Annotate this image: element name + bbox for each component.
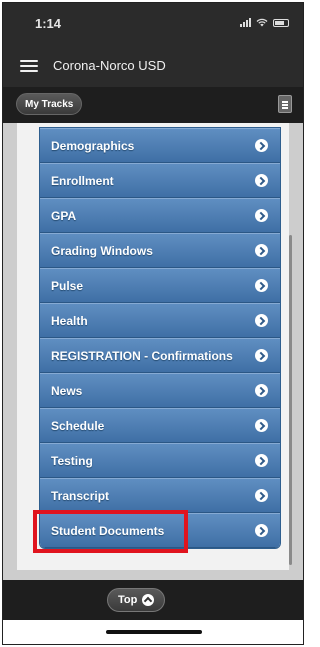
menu-item-enrollment[interactable]: Enrollment: [40, 163, 280, 198]
menu-item-grading-windows[interactable]: Grading Windows: [40, 233, 280, 268]
chevron-right-icon: [255, 454, 268, 467]
menu-item-label: Transcript: [51, 489, 110, 503]
scrollbar[interactable]: [289, 235, 292, 565]
footer-bar: Top: [3, 580, 303, 620]
highlight-box: [33, 510, 188, 553]
tracks-menu-list: Demographics Enrollment GPA Grading Wind…: [39, 127, 281, 549]
status-time: 1:14: [35, 16, 62, 31]
menu-item-label: Demographics: [51, 139, 135, 153]
menu-item-registration-confirmations[interactable]: REGISTRATION - Confirmations: [40, 338, 280, 373]
status-bar: 1:14: [3, 3, 303, 45]
chevron-right-icon: [255, 384, 268, 397]
status-icons: [240, 18, 289, 27]
chevron-right-icon: [255, 174, 268, 187]
chevron-right-icon: [255, 349, 268, 362]
menu-item-label: Health: [51, 314, 88, 328]
menu-item-demographics[interactable]: Demographics: [40, 128, 280, 163]
menu-item-label: Testing: [51, 454, 93, 468]
list-menu-icon[interactable]: [278, 95, 292, 113]
menu-item-label: Enrollment: [51, 174, 114, 188]
menu-item-transcript[interactable]: Transcript: [40, 478, 280, 513]
menu-item-schedule[interactable]: Schedule: [40, 408, 280, 443]
menu-item-label: GPA: [51, 209, 77, 223]
menu-item-label: Pulse: [51, 279, 84, 293]
menu-item-health[interactable]: Health: [40, 303, 280, 338]
chevron-right-icon: [255, 139, 268, 152]
hamburger-icon[interactable]: [20, 60, 38, 72]
top-button[interactable]: Top: [107, 588, 166, 612]
chevron-right-icon: [255, 244, 268, 257]
wifi-icon: [256, 18, 268, 27]
battery-icon: [273, 19, 289, 27]
chevron-right-icon: [255, 489, 268, 502]
chevron-right-icon: [255, 314, 268, 327]
menu-item-label: News: [51, 384, 83, 398]
top-button-label: Top: [118, 594, 138, 606]
app-header: Corona-Norco USD: [3, 45, 303, 87]
menu-item-gpa[interactable]: GPA: [40, 198, 280, 233]
phone-screen: 1:14 Corona-Norco USD My Tracks Demograp…: [2, 2, 304, 645]
menu-item-label: Grading Windows: [51, 244, 153, 258]
my-tracks-button[interactable]: My Tracks: [16, 93, 83, 115]
toolbar: My Tracks: [3, 87, 303, 123]
app-title: Corona-Norco USD: [53, 58, 166, 73]
menu-item-testing[interactable]: Testing: [40, 443, 280, 478]
menu-item-label: Schedule: [51, 419, 105, 433]
chevron-right-icon: [255, 419, 268, 432]
menu-item-pulse[interactable]: Pulse: [40, 268, 280, 303]
chevron-right-icon: [255, 209, 268, 222]
home-indicator[interactable]: [106, 630, 202, 634]
chevron-up-icon: [142, 594, 155, 606]
menu-item-news[interactable]: News: [40, 373, 280, 408]
chevron-right-icon: [255, 524, 268, 537]
menu-item-label: REGISTRATION - Confirmations: [51, 349, 233, 363]
chevron-right-icon: [255, 279, 268, 292]
home-indicator-area: [3, 620, 303, 644]
signal-icon: [240, 18, 251, 27]
